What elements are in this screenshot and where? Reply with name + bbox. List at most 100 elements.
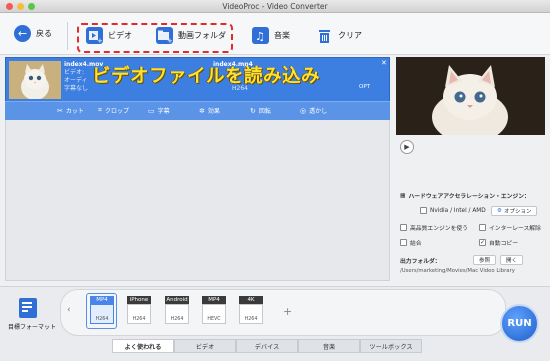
add-folder-button[interactable]: + 動画フォルダ <box>156 27 226 45</box>
rotate-button[interactable]: ↻ 回転 <box>250 106 271 116</box>
folder-add-icon: + <box>156 27 173 45</box>
add-video-button[interactable]: + ビデオ <box>86 27 132 45</box>
overlay-caption: ビデオファイルを読み込み <box>92 66 321 87</box>
auto-copy-option[interactable]: ✓ 自動コピー <box>479 238 518 247</box>
format-codec: H264 <box>244 317 258 322</box>
format-codec: H264 <box>132 317 146 322</box>
music-add-icon: ♫ <box>252 27 269 44</box>
music-label: 音楽 <box>274 31 290 40</box>
back-arrow-icon: ← <box>14 25 31 42</box>
subtitle-button[interactable]: ▭ 字幕 <box>148 106 170 116</box>
video-add-icon: + <box>86 27 103 45</box>
cut-button[interactable]: ✂ カット <box>57 106 84 116</box>
watermark-icon: ◎ <box>300 106 307 115</box>
codec-option-button[interactable]: OPT <box>359 84 370 90</box>
crop-label: クロップ <box>104 108 129 115</box>
svg-text:+: + <box>97 37 103 44</box>
tab-video[interactable]: ビデオ <box>174 339 236 353</box>
svg-text:♫: ♫ <box>255 30 265 43</box>
target-format-label: 目標フォーマット <box>8 324 57 331</box>
output-path: /Users/marketing/Movies/Mac Video Librar… <box>400 268 515 274</box>
back-label: 戻る <box>36 29 52 38</box>
format-name: Android <box>165 296 189 304</box>
effect-icon: ✲ <box>199 106 205 115</box>
run-button[interactable]: RUN <box>500 304 539 343</box>
add-music-button[interactable]: ♫ 音楽 <box>252 27 290 44</box>
add-format-icon[interactable]: + <box>283 305 292 318</box>
auto-copy-checkbox[interactable]: ✓ <box>479 239 486 246</box>
format-name: MP4 <box>90 296 114 304</box>
chip-icon: ▦ <box>400 192 406 199</box>
option-button[interactable]: ⚙ オプション <box>491 206 538 216</box>
format-codec: H264 <box>95 317 109 322</box>
format-name: MP4 <box>202 296 226 304</box>
video-preview <box>396 57 545 135</box>
title-bar: VideoProc - Video Converter <box>0 0 550 13</box>
tab-device[interactable]: デバイス <box>236 339 298 353</box>
rotate-label: 回転 <box>258 108 271 115</box>
open-folder-button[interactable]: 開く <box>500 255 524 265</box>
deinterlace-label: インターレース解除 <box>489 226 541 232</box>
zoom-window-button[interactable] <box>28 3 35 10</box>
gear-icon: ⚙ <box>497 208 502 214</box>
tab-music[interactable]: 音楽 <box>298 339 360 353</box>
options-panel: ▦ ハードウェアアクセラレーション・エンジン： Nvidia / Intel /… <box>396 183 545 281</box>
effect-button[interactable]: ✲ 効果 <box>199 106 220 116</box>
rotate-icon: ↻ <box>250 106 256 115</box>
hw-accel-title: ▦ ハードウェアアクセラレーション・エンジン： <box>400 191 530 201</box>
merge-option[interactable]: 結合 <box>400 238 422 247</box>
category-tabs: よく使われる ビデオ デバイス 音楽 ツールボックス <box>112 339 422 353</box>
format-name: 4K <box>239 296 263 304</box>
video-label: ビデオ <box>108 31 132 40</box>
deinterlace-option[interactable]: インターレース解除 <box>479 223 541 232</box>
back-button[interactable]: ← 戻る <box>14 25 52 42</box>
target-format-icon[interactable] <box>19 298 37 318</box>
merge-checkbox[interactable] <box>400 239 407 246</box>
folder-label: 動画フォルダ <box>178 31 226 40</box>
remove-file-icon[interactable]: ✕ <box>381 59 387 67</box>
video-thumbnail <box>9 61 61 99</box>
effect-label: 効果 <box>207 108 220 115</box>
tab-toolbox[interactable]: ツールボックス <box>360 339 422 353</box>
svg-text:+: + <box>167 37 173 44</box>
hw-accel-label: ハードウェアアクセラレーション・エンジン： <box>408 194 530 200</box>
crop-icon: ⌗ <box>98 106 102 114</box>
auto-copy-label: 自動コピー <box>489 241 518 247</box>
carousel-left-icon[interactable]: ‹ <box>67 305 71 315</box>
format-codec: H264 <box>170 317 184 322</box>
watermark-button[interactable]: ◎ 透かし <box>300 106 328 116</box>
toolbar-divider <box>67 22 68 50</box>
subtitle-icon: ▭ <box>148 106 155 115</box>
window-title: VideoProc - Video Converter <box>222 1 328 11</box>
hq-engine-label: 高品質エンジンを使う <box>410 226 468 232</box>
merge-label: 結合 <box>410 241 422 247</box>
hq-engine-checkbox[interactable] <box>400 224 407 231</box>
format-iphone[interactable]: iPhone H264 <box>126 296 152 326</box>
format-4k[interactable]: 4K H264 <box>238 296 264 326</box>
tab-popular[interactable]: よく使われる <box>112 339 174 353</box>
cut-label: カット <box>65 108 84 115</box>
output-folder-label: 出力フォルダ： <box>400 259 441 265</box>
hq-engine-option[interactable]: 高品質エンジンを使う <box>400 223 468 232</box>
clear-label: クリア <box>338 31 362 40</box>
watermark-label: 透かし <box>309 108 328 115</box>
minimize-window-button[interactable] <box>17 3 24 10</box>
deinterlace-checkbox[interactable] <box>479 224 486 231</box>
format-mp4-h264[interactable]: MP4 H264 <box>89 296 115 326</box>
option-label: オプション <box>503 209 532 215</box>
scissors-icon: ✂ <box>57 106 63 115</box>
nvidia-checkbox[interactable] <box>420 207 427 214</box>
play-icon: ▶ <box>404 143 410 151</box>
format-codec: HEVC <box>207 317 221 322</box>
browse-button[interactable]: 参照 <box>473 255 497 265</box>
close-window-button[interactable] <box>6 3 13 10</box>
format-mp4-hevc[interactable]: MP4 HEVC <box>201 296 227 326</box>
trash-icon <box>316 27 333 44</box>
crop-button[interactable]: ⌗ クロップ <box>98 106 129 115</box>
nvidia-label: Nvidia / Intel / AMD <box>430 207 486 214</box>
format-android[interactable]: Android H264 <box>164 296 190 326</box>
clear-button[interactable]: クリア <box>316 27 362 44</box>
play-button[interactable]: ▶ <box>400 140 414 154</box>
app-window: VideoProc - Video Converter ← 戻る + ビデオ +… <box>0 0 550 361</box>
nvidia-option[interactable]: Nvidia / Intel / AMD <box>420 207 486 214</box>
